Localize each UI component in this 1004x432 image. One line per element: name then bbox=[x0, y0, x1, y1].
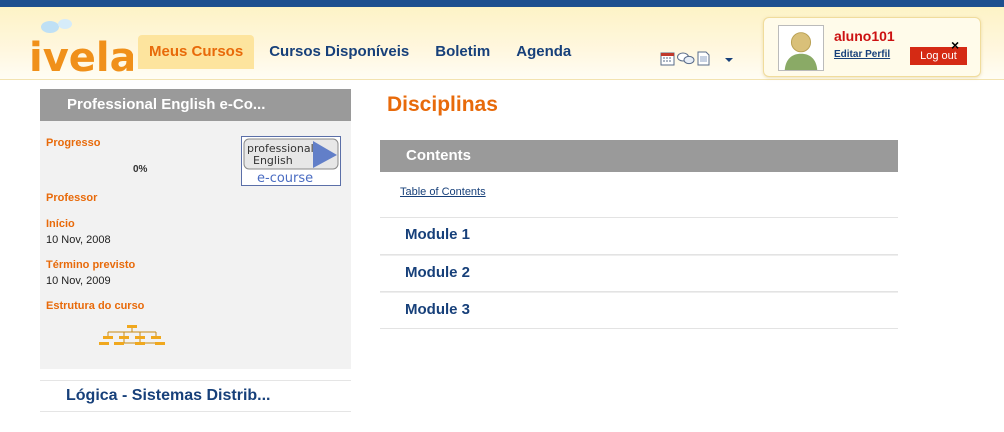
module-3[interactable]: Module 3 bbox=[380, 292, 898, 329]
course-structure-icon[interactable] bbox=[98, 324, 166, 348]
table-of-contents-link[interactable]: Table of Contents bbox=[380, 172, 898, 218]
end-date: 10 Nov, 2009 bbox=[46, 275, 111, 287]
nav-cursos-disponiveis[interactable]: Cursos Disponíveis bbox=[258, 35, 420, 69]
avatar bbox=[778, 25, 824, 71]
header: ivela Meus Cursos Cursos Disponíveis Bol… bbox=[0, 7, 1004, 80]
toolbar-icons bbox=[660, 51, 734, 66]
nav-boletim[interactable]: Boletim bbox=[424, 35, 501, 69]
teacher-label: Professor bbox=[46, 192, 98, 204]
module-1[interactable]: Module 1 bbox=[380, 218, 898, 255]
logo-text: ivela bbox=[29, 35, 133, 77]
other-course-link[interactable]: Lógica - Sistemas Distrib... bbox=[40, 380, 351, 412]
calendar-icon[interactable] bbox=[660, 51, 675, 66]
course-logo-line2: English bbox=[253, 154, 293, 167]
username[interactable]: aluno101 bbox=[834, 28, 895, 44]
progress-label: Progresso bbox=[46, 137, 101, 149]
course-logo: professional English e-course bbox=[241, 136, 341, 186]
course-panel: Professional English e-Co... Progresso 0… bbox=[40, 89, 351, 369]
module-2[interactable]: Module 2 bbox=[380, 255, 898, 292]
contents-header: Contents bbox=[380, 140, 898, 172]
structure-label: Estrutura do curso bbox=[46, 300, 145, 312]
dropdown-arrow-icon[interactable] bbox=[712, 51, 734, 66]
close-icon[interactable]: × bbox=[951, 38, 959, 52]
start-date: 10 Nov, 2008 bbox=[46, 234, 111, 246]
ivela-logo[interactable]: ivela bbox=[28, 17, 133, 77]
progress-value: 0% bbox=[133, 164, 148, 175]
user-panel: aluno101 Editar Perfil Log out × bbox=[763, 17, 981, 77]
course-title[interactable]: Professional English e-Co... bbox=[40, 89, 351, 121]
chat-icon[interactable] bbox=[677, 51, 695, 66]
top-border bbox=[0, 0, 1004, 7]
edit-profile-link[interactable]: Editar Perfil bbox=[834, 49, 890, 60]
main-content: Disciplinas Contents Table of Contents M… bbox=[380, 89, 898, 329]
nav-meus-cursos[interactable]: Meus Cursos bbox=[138, 35, 255, 69]
document-icon[interactable] bbox=[697, 51, 710, 66]
start-label: Início bbox=[46, 218, 75, 230]
course-logo-line3: e-course bbox=[257, 171, 313, 186]
main-nav: Meus Cursos Cursos Disponíveis Boletim A… bbox=[138, 35, 586, 69]
end-label: Término previsto bbox=[46, 259, 136, 271]
nav-agenda[interactable]: Agenda bbox=[505, 35, 582, 69]
page-title: Disciplinas bbox=[387, 93, 498, 116]
sidebar: Professional English e-Co... Progresso 0… bbox=[40, 89, 351, 412]
